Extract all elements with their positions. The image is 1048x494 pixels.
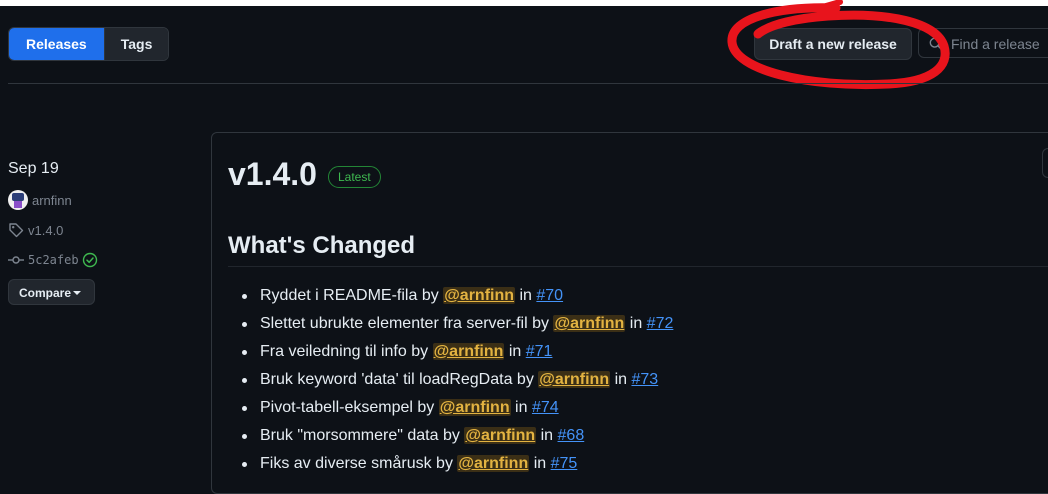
bullet xyxy=(242,378,247,383)
compare-button[interactable]: Compare xyxy=(8,279,95,305)
find-release-placeholder: Find a release xyxy=(951,36,1040,52)
pr-link[interactable]: #75 xyxy=(551,455,578,472)
change-by: by xyxy=(532,315,550,332)
release-date: Sep 19 xyxy=(8,160,59,177)
change-text: Pivot-tabell-eksempel xyxy=(260,399,413,416)
tag-row[interactable]: v1.4.0 xyxy=(8,222,63,238)
search-icon xyxy=(929,37,943,51)
change-in: in xyxy=(519,287,532,304)
change-by: by xyxy=(417,399,435,416)
user-mention[interactable]: @arnfinn xyxy=(438,399,511,416)
pr-link[interactable]: #73 xyxy=(631,371,658,388)
change-by: by xyxy=(442,427,460,444)
user-mention[interactable]: @arnfinn xyxy=(464,427,537,444)
change-text: Ryddet i README-fila xyxy=(260,287,418,304)
find-release-input[interactable]: Find a release xyxy=(918,28,1048,58)
bullet xyxy=(242,406,247,411)
pr-link[interactable]: #74 xyxy=(532,399,559,416)
change-text: Bruk "morsommere" data xyxy=(260,427,439,444)
header-divider xyxy=(8,83,1048,84)
user-mention[interactable]: @arnfinn xyxy=(553,315,626,332)
tab-tags[interactable]: Tags xyxy=(103,28,169,60)
change-in: in xyxy=(540,427,554,444)
pr-link[interactable]: #70 xyxy=(536,287,563,304)
change-in: in xyxy=(508,343,522,360)
bullet xyxy=(242,322,247,327)
commit-row[interactable]: 5c2afeb xyxy=(8,252,102,268)
list-item: Fra veiledning til info by @arnfinn in #… xyxy=(242,340,673,368)
change-by: by xyxy=(436,455,453,472)
list-item: Bruk "morsommere" data by @arnfinn in #6… xyxy=(242,424,673,452)
change-text: Slettet ubrukte elementer fra server-fil xyxy=(260,315,528,332)
avatar xyxy=(8,190,28,210)
list-item: Pivot-tabell-eksempel by @arnfinn in #74 xyxy=(242,396,673,424)
user-mention[interactable]: @arnfinn xyxy=(538,371,611,388)
bullet xyxy=(242,434,247,439)
verified-icon xyxy=(82,252,97,268)
change-by: by xyxy=(516,371,534,388)
bullet xyxy=(242,350,247,355)
chevron-down-icon xyxy=(73,291,81,295)
list-item: Ryddet i README-fila by @arnfinn in #70 xyxy=(242,284,673,312)
change-in: in xyxy=(533,455,547,472)
tab-releases[interactable]: Releases xyxy=(9,28,104,60)
section-heading: What's Changed xyxy=(228,232,416,259)
user-mention[interactable]: @arnfinn xyxy=(432,343,505,360)
draft-release-button[interactable]: Draft a new release xyxy=(754,28,912,60)
change-in: in xyxy=(515,399,528,416)
pr-link[interactable]: #68 xyxy=(558,427,585,444)
tag-icon xyxy=(9,223,24,238)
bullet xyxy=(242,462,247,467)
card-menu-button[interactable] xyxy=(1042,148,1048,178)
change-in: in xyxy=(629,315,643,332)
change-by: by xyxy=(411,343,429,360)
release-title[interactable]: v1.4.0 xyxy=(228,156,317,193)
change-text: Fra veiledning til info xyxy=(260,343,407,360)
change-text: Fiks av diverse smårusk xyxy=(260,455,432,472)
compare-label: Compare xyxy=(19,286,72,300)
author-name: arnfinn xyxy=(32,192,72,208)
bullet xyxy=(242,294,247,299)
commit-hash: 5c2afeb xyxy=(28,253,79,267)
change-text: Bruk keyword 'data' til loadRegData xyxy=(260,371,513,388)
list-item: Bruk keyword 'data' til loadRegData by @… xyxy=(242,368,673,396)
pr-link[interactable]: #71 xyxy=(526,343,553,360)
list-item: Slettet ubrukte elementer fra server-fil… xyxy=(242,312,673,340)
latest-badge: Latest xyxy=(328,166,381,188)
heading-divider xyxy=(228,266,1048,267)
changes-list: Ryddet i README-fila by @arnfinn in #70 … xyxy=(242,284,673,480)
author-row[interactable]: arnfinn xyxy=(8,190,72,210)
list-item: Fiks av diverse smårusk by @arnfinn in #… xyxy=(242,452,673,480)
top-strip xyxy=(0,0,1048,6)
tag-name: v1.4.0 xyxy=(28,222,64,238)
pr-link[interactable]: #72 xyxy=(647,315,674,332)
user-mention[interactable]: @arnfinn xyxy=(443,287,516,304)
change-by: by xyxy=(421,287,439,304)
change-in: in xyxy=(614,371,628,388)
user-mention[interactable]: @arnfinn xyxy=(457,455,530,472)
commit-icon xyxy=(8,256,24,264)
releases-tags-toggle: Releases Tags xyxy=(8,27,170,61)
